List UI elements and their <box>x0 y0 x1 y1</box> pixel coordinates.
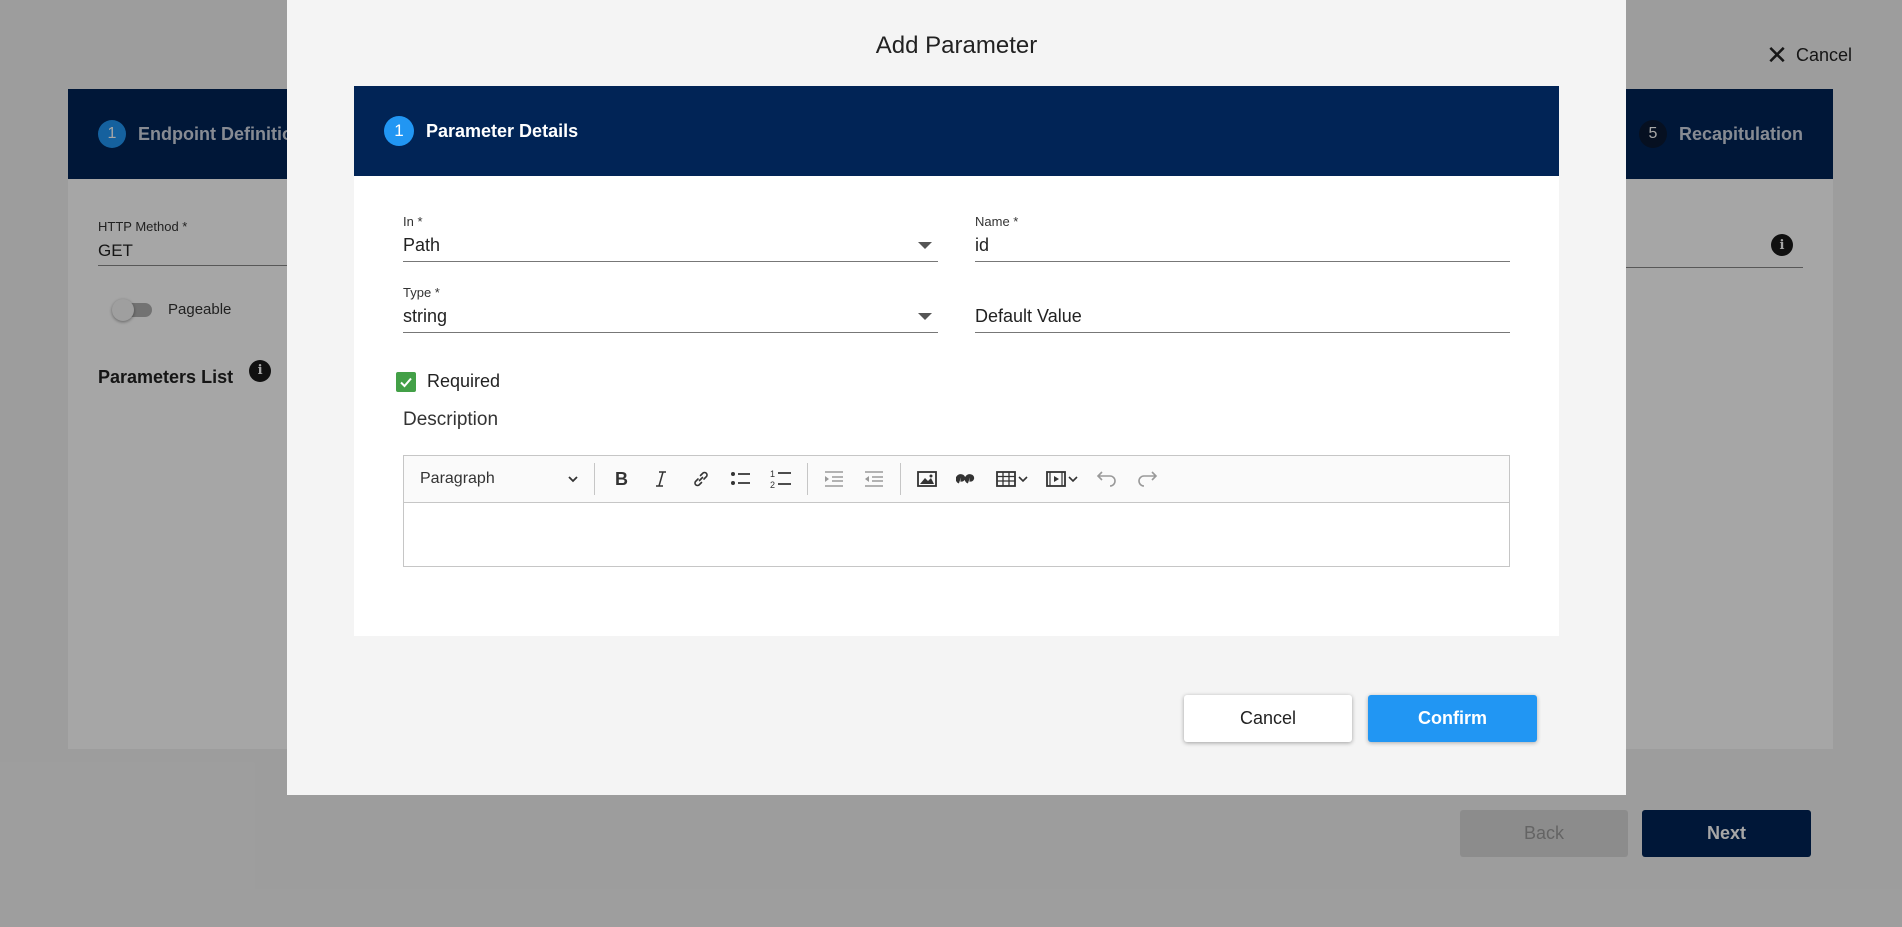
media-icon <box>1046 471 1066 487</box>
block-quote-icon <box>956 474 975 484</box>
dropdown-arrow-icon[interactable] <box>918 242 932 249</box>
in-select[interactable]: In * Path <box>403 214 938 262</box>
chevron-down-icon <box>568 476 578 483</box>
chevron-down-icon <box>1018 476 1028 483</box>
type-label: Type * <box>403 285 440 300</box>
in-value: Path <box>403 235 441 255</box>
parameter-details-step: 1 Parameter Details <box>354 86 1559 176</box>
bold-icon: B <box>615 469 628 489</box>
insert-media-button[interactable] <box>1037 461 1087 497</box>
svg-text:2: 2 <box>770 480 775 490</box>
undo-button[interactable] <box>1087 461 1127 497</box>
dropdown-arrow-icon[interactable] <box>918 313 932 320</box>
description-text-area[interactable] <box>404 503 1509 567</box>
confirm-button[interactable]: Confirm <box>1368 695 1537 742</box>
numbered-list-button[interactable]: 12 <box>761 461 801 497</box>
editor-toolbar: Paragraph B 12 <box>404 456 1509 503</box>
redo-icon <box>1138 471 1158 487</box>
bulleted-list-icon <box>731 472 750 485</box>
outdent-button[interactable] <box>814 461 854 497</box>
bold-button[interactable]: B <box>601 461 641 497</box>
toolbar-divider <box>900 463 901 495</box>
bulleted-list-button[interactable] <box>721 461 761 497</box>
name-label: Name * <box>975 214 1019 229</box>
dialog-title: Add Parameter <box>875 32 1038 59</box>
link-icon <box>694 471 708 487</box>
add-parameter-dialog: Add Parameter 1 Parameter Details In * P… <box>287 0 1626 795</box>
required-checkbox[interactable]: Required <box>396 371 500 392</box>
name-value[interactable]: id <box>975 235 989 256</box>
outdent-icon <box>825 471 843 487</box>
description-editor: Paragraph B 12 <box>403 455 1510 567</box>
name-field[interactable]: Name * id <box>975 214 1510 262</box>
italic-icon <box>656 471 666 487</box>
step-label: Parameter Details <box>426 120 579 141</box>
table-icon <box>996 471 1016 487</box>
in-label: In * <box>403 214 423 229</box>
undo-icon <box>1096 471 1116 487</box>
paragraph-format-dropdown[interactable]: Paragraph <box>412 461 588 497</box>
type-value: string <box>403 306 448 326</box>
link-button[interactable] <box>681 461 721 497</box>
block-quote-button[interactable] <box>947 461 987 497</box>
dialog-body: 1 Parameter Details In * Path Name * id … <box>354 86 1559 636</box>
image-icon <box>917 471 937 487</box>
italic-button[interactable] <box>641 461 681 497</box>
toolbar-divider <box>594 463 595 495</box>
svg-text:B: B <box>615 469 628 489</box>
type-select[interactable]: Type * string <box>403 285 938 333</box>
toolbar-divider <box>807 463 808 495</box>
description-label: Description <box>403 409 499 430</box>
svg-text:1: 1 <box>770 469 775 479</box>
format-value: Paragraph <box>420 470 495 487</box>
indent-icon <box>865 471 883 487</box>
required-label: Required <box>427 371 501 391</box>
redo-button[interactable] <box>1127 461 1167 497</box>
default-value-field[interactable]: Default Value <box>975 301 1510 333</box>
default-value-placeholder[interactable]: Default Value <box>975 306 1082 327</box>
checkbox-checked-icon[interactable] <box>396 371 416 392</box>
numbered-list-icon: 12 <box>770 469 791 490</box>
step-number: 1 <box>384 116 414 146</box>
insert-table-button[interactable] <box>987 461 1037 497</box>
indent-button[interactable] <box>854 461 894 497</box>
insert-image-button[interactable] <box>907 461 947 497</box>
chevron-down-icon <box>1068 476 1078 483</box>
dialog-cancel-button[interactable]: Cancel <box>1184 695 1352 742</box>
